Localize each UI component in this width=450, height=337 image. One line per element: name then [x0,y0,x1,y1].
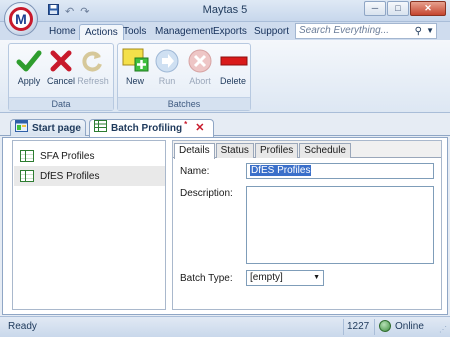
data-group: Apply Cancel Refresh Data [8,43,114,111]
tab-tools[interactable]: Tools [118,24,151,40]
resize-grip-icon[interactable]: ⋰ [439,325,447,334]
maximize-button[interactable]: □ [387,1,409,16]
tab-details[interactable]: Details [174,143,215,159]
search-input[interactable]: Search Everything... ⚲ ▼ [295,23,437,39]
batches-group: New Run Abort Delete Batches [117,43,251,111]
tab-schedule[interactable]: Schedule [299,143,351,158]
refresh-button[interactable]: Refresh [77,48,109,86]
description-label: Description: [180,188,233,199]
search-icon[interactable]: ⚲ [415,25,422,39]
status-divider [343,319,344,335]
run-button[interactable]: Run [151,48,183,86]
tab-status[interactable]: Status [215,143,254,158]
ribbon: Apply Cancel Refresh Data New Run Abort … [0,40,450,113]
title-bar: ↶ ↷ Maytas 5 ─ □ ✕ [0,0,450,22]
batch-type-value: [empty] [250,272,283,283]
document-tabs: Start page Batch Profiling * ✕ [0,116,450,137]
status-count: 1227 [347,321,370,332]
list-item[interactable]: SFA Profiles [14,146,165,166]
abort-icon [187,48,213,74]
chevron-down-icon[interactable]: ▼ [426,24,434,38]
check-icon [16,48,42,74]
description-field[interactable] [246,186,434,264]
status-divider [374,319,375,335]
batch-type-label: Batch Type: [180,273,233,284]
name-label: Name: [180,166,210,177]
refresh-icon [80,48,106,74]
new-button[interactable]: New [119,48,151,86]
profiles-list: SFA Profiles DfES Profiles [12,140,166,310]
close-button[interactable]: ✕ [410,1,446,16]
tab-start-page[interactable]: Start page [10,119,86,136]
batch-type-select[interactable]: [empty] ▼ [246,270,324,286]
delete-button[interactable]: Delete [217,48,249,86]
name-value: DfES Profiles [250,165,312,176]
status-text: Ready [8,321,37,332]
group-label-batches: Batches [118,97,250,110]
cancel-button[interactable]: Cancel [45,48,77,86]
new-icon [122,48,149,74]
start-page-icon [15,119,28,137]
table-icon [20,170,34,182]
status-bar: Ready 1227 Online ⋰ [0,316,450,337]
name-field[interactable]: DfES Profiles [246,163,434,179]
abort-button[interactable]: Abort [184,48,216,86]
search-placeholder: Search Everything... [299,25,390,36]
details-tabs: Details Status Profiles Schedule [174,143,352,159]
tab-support[interactable]: Support [249,24,294,40]
minimize-button[interactable]: ─ [364,1,386,16]
table-icon [20,150,34,162]
globe-icon [379,320,391,332]
list-item[interactable]: DfES Profiles [14,166,165,186]
x-icon [48,48,74,74]
delete-icon [220,48,248,74]
tab-profiles[interactable]: Profiles [254,143,299,158]
tab-batch-profiling[interactable]: Batch Profiling * ✕ [89,119,214,137]
group-label-data: Data [9,97,113,110]
app-menu-button[interactable]: M [4,2,38,36]
run-icon [154,48,180,74]
window-controls: ─ □ ✕ [364,1,446,16]
connection-status: Online [379,320,424,332]
chevron-down-icon: ▼ [313,274,320,281]
apply-button[interactable]: Apply [13,48,45,86]
close-tab-icon[interactable]: ✕ [195,121,204,136]
app-logo: M [9,7,33,31]
tab-exports[interactable]: Exports [208,24,252,40]
unsaved-marker: * [184,120,188,129]
batch-profiling-icon [94,120,107,137]
tab-home[interactable]: Home [44,24,81,40]
